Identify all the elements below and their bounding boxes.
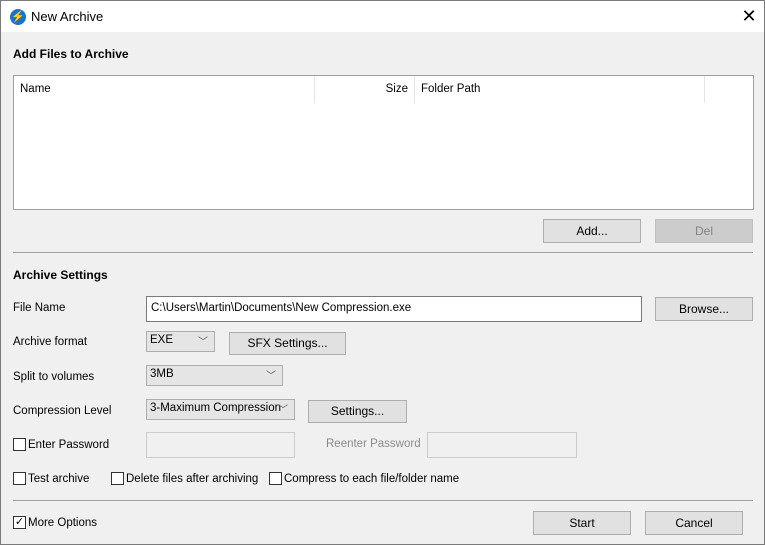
- enter-password-checkbox[interactable]: Enter Password: [13, 438, 109, 451]
- chevron-down-icon: ﹀: [278, 405, 288, 416]
- browse-button[interactable]: Browse...: [655, 297, 753, 321]
- chevron-down-icon: ﹀: [266, 371, 276, 382]
- more-options-label: More Options: [28, 516, 98, 529]
- sfx-settings-button[interactable]: SFX Settings...: [229, 332, 346, 355]
- add-label: Add...: [576, 224, 608, 238]
- checkmark-icon: ✓: [13, 516, 26, 529]
- add-button[interactable]: Add...: [543, 219, 641, 243]
- divider: [13, 252, 753, 253]
- compression-level-label: Compression Level: [13, 405, 112, 417]
- file-list[interactable]: Name Size Folder Path: [13, 75, 754, 210]
- del-label: Del: [694, 224, 713, 238]
- archive-format-value: EXE: [150, 334, 174, 346]
- add-files-heading: Add Files to Archive: [13, 47, 129, 61]
- test-archive-checkbox[interactable]: Test archive: [13, 472, 89, 485]
- del-button[interactable]: Del: [655, 219, 753, 243]
- archive-settings-heading: Archive Settings: [13, 268, 108, 282]
- column-name[interactable]: Name: [14, 76, 315, 103]
- start-button[interactable]: Start: [533, 511, 631, 535]
- checkbox-box: [269, 472, 282, 485]
- split-volumes-label: Split to volumes: [13, 371, 95, 383]
- delete-files-label: Delete files after archiving: [126, 472, 259, 485]
- checkbox-box: [111, 472, 124, 485]
- file-name-input[interactable]: C:\Users\Martin\Documents\New Compressio…: [146, 296, 642, 322]
- reenter-password-input[interactable]: [427, 432, 577, 458]
- compression-settings-button[interactable]: Settings...: [308, 400, 407, 423]
- split-volumes-value: 3MB: [150, 368, 174, 380]
- cancel-button[interactable]: Cancel: [645, 511, 743, 535]
- split-volumes-select[interactable]: 3MB ﹀: [146, 365, 283, 386]
- compress-each-label: Compress to each file/folder name: [284, 472, 460, 485]
- compress-each-checkbox[interactable]: Compress to each file/folder name: [269, 472, 459, 485]
- window-title: New Archive: [31, 9, 104, 24]
- delete-files-checkbox[interactable]: Delete files after archiving: [111, 472, 258, 485]
- column-size[interactable]: Size: [315, 76, 415, 103]
- archive-format-select[interactable]: EXE ﹀: [146, 331, 215, 352]
- compression-level-select[interactable]: 3-Maximum Compression ﹀: [146, 399, 295, 420]
- reenter-password-label: Reenter Password: [326, 438, 421, 450]
- divider: [13, 500, 753, 501]
- chevron-down-icon: ﹀: [198, 337, 208, 348]
- new-archive-dialog: ⚡ New Archive ✕ Add Files to Archive Nam…: [0, 0, 765, 545]
- compression-level-value: 3-Maximum Compression: [150, 402, 282, 414]
- test-archive-label: Test archive: [28, 472, 90, 485]
- file-name-label: File Name: [13, 302, 66, 314]
- password-input[interactable]: [146, 432, 295, 458]
- checkbox-box: [13, 472, 26, 485]
- enter-password-label: Enter Password: [28, 438, 110, 451]
- more-options-checkbox[interactable]: ✓ More Options: [13, 516, 97, 529]
- checkbox-box: [13, 438, 26, 451]
- app-icon: ⚡: [10, 9, 26, 25]
- archive-format-label: Archive format: [13, 336, 88, 348]
- column-folder-path[interactable]: Folder Path: [415, 76, 705, 103]
- title-bar: ⚡ New Archive ✕: [1, 1, 764, 32]
- close-icon[interactable]: ✕: [737, 5, 761, 27]
